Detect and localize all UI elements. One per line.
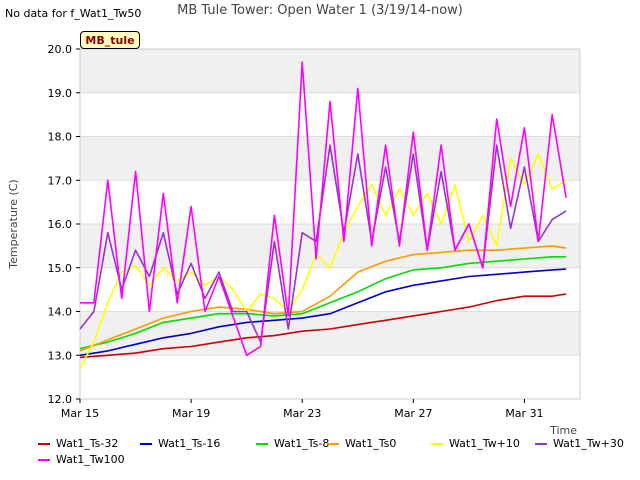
legend-swatch: [38, 442, 50, 445]
x-tick-label: Mar 15: [61, 407, 99, 420]
legend-swatch: [140, 442, 152, 445]
chart-title: MB Tule Tower: Open Water 1 (3/19/14-now…: [177, 3, 463, 18]
y-tick-label: 20.0: [48, 43, 73, 56]
legend-item: Wat1_Ts-8: [256, 437, 329, 450]
site-badge: MB_tule: [80, 31, 140, 49]
x-axis-label: Time: [549, 424, 577, 437]
y-tick-label: 15.0: [48, 262, 73, 275]
legend-item: Wat1_Tw100: [38, 453, 125, 466]
legend-swatch: [431, 442, 443, 445]
y-tick-label: 13.0: [48, 349, 73, 362]
legend-swatch: [38, 458, 50, 461]
x-tick-label: Mar 23: [283, 407, 321, 420]
y-axis-label: Temperature (C): [7, 179, 20, 269]
y-tick-label: 17.0: [48, 174, 73, 187]
legend-label: Wat1_Ts0: [345, 437, 397, 450]
y-tick-label: 18.0: [48, 131, 73, 144]
y-tick-label: 16.0: [48, 218, 73, 231]
legend-label: Wat1_Ts-32: [56, 437, 119, 450]
legend-swatch: [327, 442, 339, 445]
y-tick-label: 12.0: [48, 393, 73, 406]
y-tick-label: 14.0: [48, 306, 73, 319]
chart-canvas: 12.0 13.0 14.0 15.0 16.0 17.0 18.0 19.0 20.0 Mar …: [7, 43, 581, 437]
legend-label: Wat1_Ts-16: [158, 437, 221, 450]
plot-band: [80, 311, 580, 356]
legend-label: Wat1_Ts-8: [274, 437, 330, 450]
plot-band: [80, 49, 580, 93]
legend-item: Wat1_Tw+10: [431, 437, 520, 450]
x-tick-label: Mar 27: [394, 407, 432, 420]
legend-item: Wat1_Ts0: [327, 437, 396, 450]
legend-swatch: [256, 442, 268, 445]
legend-item: Wat1_Tw+30: [535, 437, 624, 450]
x-tick-label: Mar 19: [172, 407, 210, 420]
legend-label: Wat1_Tw+30: [553, 437, 624, 450]
x-tick-label: Mar 31: [505, 407, 543, 420]
legend-swatch: [535, 442, 547, 445]
legend-label: Wat1_Tw100: [56, 453, 125, 466]
y-tick-label: 19.0: [48, 87, 73, 100]
legend-item: Wat1_Ts-32: [38, 437, 118, 450]
legend-item: Wat1_Ts-16: [140, 437, 220, 450]
legend-label: Wat1_Tw+10: [449, 437, 520, 450]
